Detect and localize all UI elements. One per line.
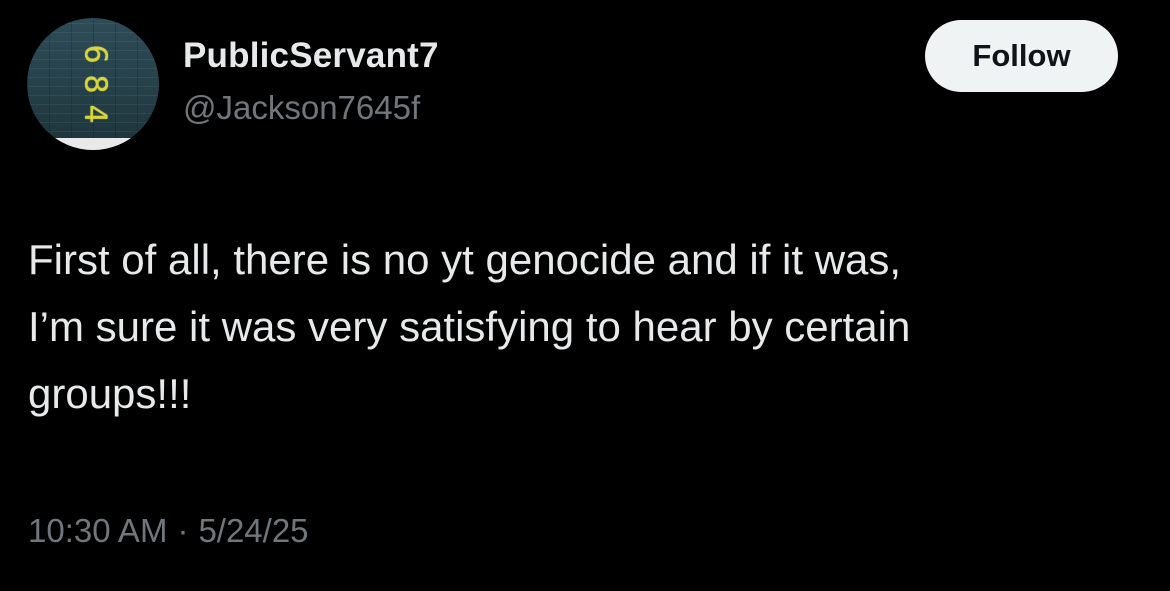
follow-button[interactable]: Follow — [925, 20, 1118, 92]
avatar-digit: 8 — [78, 74, 113, 94]
tweet-time[interactable]: 10:30 AM — [28, 512, 167, 550]
tweet-card: 6 8 4 PublicServant7 @Jackson7645f Follo… — [0, 0, 1170, 591]
display-name[interactable]: PublicServant7 — [183, 36, 439, 76]
tweet-text-line: groups!!! — [28, 370, 192, 417]
tweet-metadata: 10:30 AM · 5/24/25 — [28, 512, 309, 550]
user-handle[interactable]: @Jackson7645f — [183, 89, 420, 127]
tweet-text: First of all, there is no yt genocide an… — [28, 226, 1138, 427]
avatar-digits: 6 8 4 — [65, 30, 125, 138]
tweet-date[interactable]: 5/24/25 — [198, 512, 308, 550]
avatar-digit: 4 — [78, 104, 113, 124]
tweet-text-line: First of all, there is no yt genocide an… — [28, 236, 902, 283]
meta-separator: · — [177, 512, 189, 549]
avatar-bottom-strip — [27, 138, 159, 150]
avatar-digit: 6 — [78, 44, 113, 64]
avatar[interactable]: 6 8 4 — [27, 18, 159, 150]
tweet-text-line: I’m sure it was very satisfying to hear … — [28, 303, 911, 350]
